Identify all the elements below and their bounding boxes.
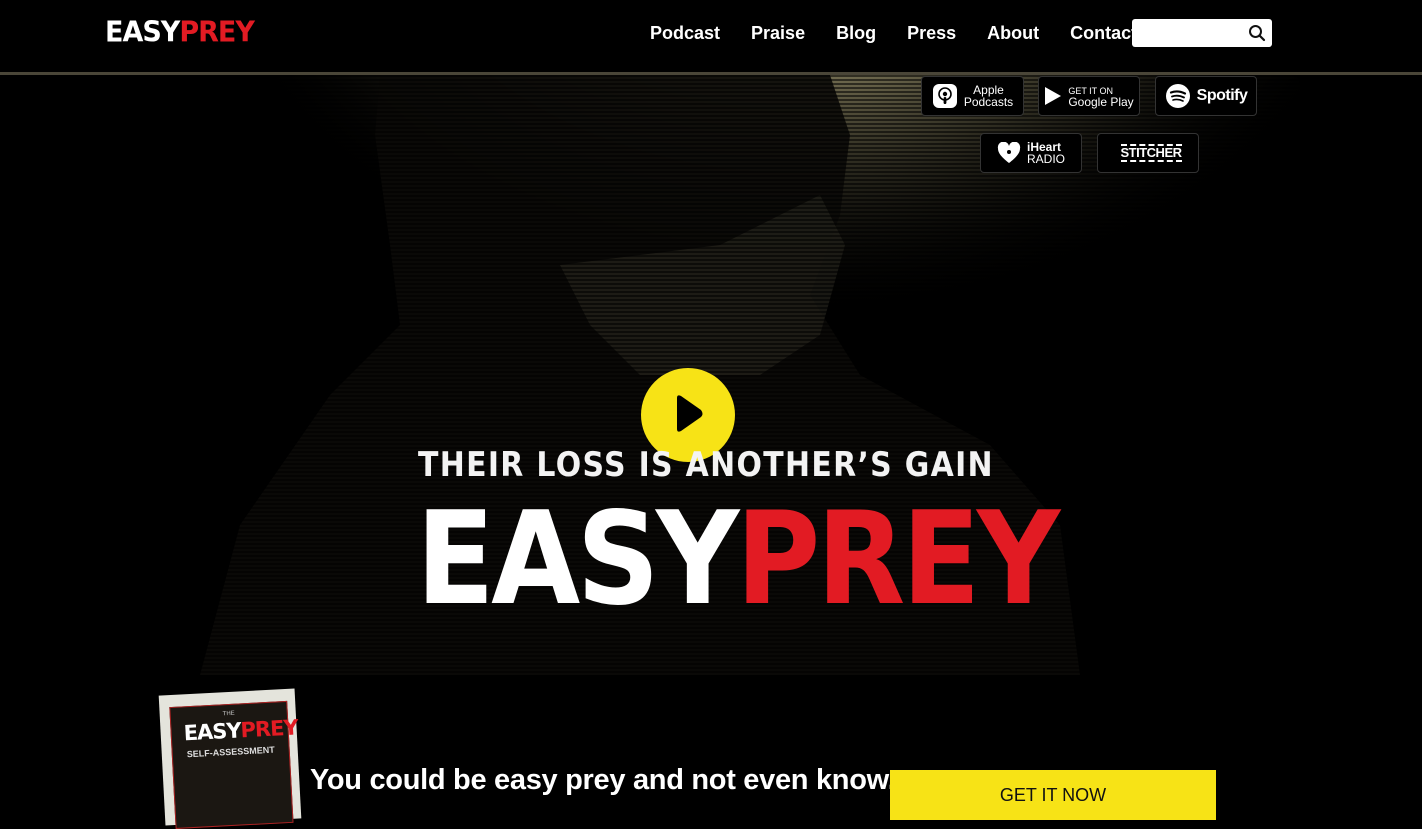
- nav-praise[interactable]: Praise: [751, 20, 805, 46]
- nav-about[interactable]: About: [987, 20, 1039, 46]
- hero-tagline: THEIR LOSS IS ANOTHER’S GAIN: [418, 445, 994, 485]
- spotify-badge[interactable]: Spotify: [1155, 76, 1257, 116]
- nav-press[interactable]: Press: [907, 20, 956, 46]
- logo-prey: PREY: [179, 16, 255, 49]
- iheart-icon: [997, 142, 1021, 163]
- book-title-easy: EASY: [183, 718, 242, 746]
- search-input[interactable]: [1132, 19, 1256, 47]
- search-icon[interactable]: [1248, 24, 1266, 42]
- apple-podcasts-badge[interactable]: Apple Podcasts: [921, 76, 1024, 116]
- iheart-radio-badge[interactable]: iHeart RADIO: [980, 133, 1082, 173]
- site-header: EASYPREY Podcast Praise Blog Press About…: [0, 0, 1422, 75]
- google-play-icon: [1045, 87, 1062, 105]
- spotify-label: Spotify: [1196, 87, 1248, 104]
- google-label: Google Play: [1068, 95, 1134, 109]
- apple-line2: Podcasts: [963, 95, 1014, 109]
- book-title: EASYPREY: [183, 715, 298, 745]
- site-logo[interactable]: EASYPREY: [105, 15, 255, 51]
- platform-badges: Apple Podcasts GET IT ON Google Play Spoti…: [0, 75, 1422, 185]
- main-nav: Podcast Praise Blog Press About Contact: [650, 20, 1168, 46]
- self-assessment-book-image[interactable]: THE EASYPREY SELF-ASSESSMENT: [158, 688, 302, 829]
- stitcher-badge[interactable]: STITCHER: [1097, 133, 1199, 173]
- book-subtitle: SELF-ASSESSMENT: [186, 744, 275, 760]
- hero-title-easy: EASY: [416, 485, 739, 634]
- apple-podcasts-icon: [932, 84, 957, 108]
- nav-contact[interactable]: Contact: [1070, 20, 1137, 46]
- spotify-icon: [1165, 84, 1190, 108]
- nav-blog[interactable]: Blog: [836, 20, 876, 46]
- google-play-badge[interactable]: GET IT ON Google Play: [1038, 76, 1140, 116]
- hero-title: EASYPREY: [416, 490, 1060, 630]
- hero-title-prey: PREY: [735, 485, 1060, 634]
- stitcher-label: STITCHER: [1120, 144, 1182, 162]
- get-it-now-button[interactable]: GET IT NOW: [890, 770, 1216, 820]
- iheart-line2: RADIO: [1026, 152, 1065, 166]
- search-box: [1132, 19, 1272, 47]
- logo-easy: EASY: [105, 16, 180, 49]
- hero-banner: Apple Podcasts GET IT ON Google Play Spoti…: [0, 75, 1422, 675]
- book-title-prey: PREY: [239, 715, 299, 743]
- nav-podcast[interactable]: Podcast: [650, 20, 720, 46]
- promo-headline: You could be easy prey and not even know…: [310, 764, 896, 796]
